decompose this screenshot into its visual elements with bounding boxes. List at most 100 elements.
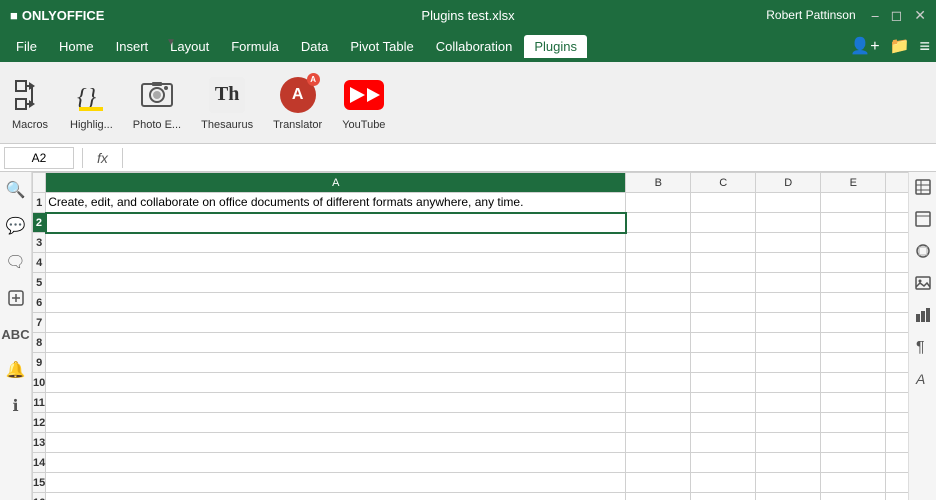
shape-settings-icon[interactable] — [912, 240, 934, 262]
cell-B16[interactable] — [626, 493, 691, 500]
cell-C14[interactable] — [691, 453, 756, 473]
cell-C5[interactable] — [691, 273, 756, 293]
cell-F4[interactable] — [886, 253, 908, 273]
cell-E13[interactable] — [821, 433, 886, 453]
row-number-5[interactable]: 5 — [33, 273, 46, 293]
row-number-9[interactable]: 9 — [33, 353, 46, 373]
plugin-highlight[interactable]: {} Highlig... — [70, 75, 113, 131]
chat-sidebar-icon[interactable]: 🗨 — [4, 250, 28, 274]
cell-D4[interactable] — [756, 253, 821, 273]
cell-B13[interactable] — [626, 433, 691, 453]
cell-D15[interactable] — [756, 473, 821, 493]
cell-B3[interactable] — [626, 233, 691, 253]
cell-C4[interactable] — [691, 253, 756, 273]
cell-F2[interactable] — [886, 213, 908, 233]
chart-settings-icon[interactable] — [912, 304, 934, 326]
image-settings-icon[interactable] — [912, 272, 934, 294]
plugin-photo-editor[interactable]: Photo E... ▼ — [133, 75, 181, 131]
cell-A5[interactable] — [46, 273, 626, 293]
close-icon[interactable]: ✕ — [914, 7, 926, 24]
cell-C15[interactable] — [691, 473, 756, 493]
cell-C3[interactable] — [691, 233, 756, 253]
cell-E1[interactable] — [821, 193, 886, 213]
col-header-E[interactable]: E — [821, 173, 886, 193]
cell-D2[interactable] — [756, 213, 821, 233]
text-art-settings-icon[interactable]: A — [912, 368, 934, 390]
menu-more-icon[interactable]: ≡ — [919, 36, 930, 57]
cell-F1[interactable] — [886, 193, 908, 213]
row-number-6[interactable]: 6 — [33, 293, 46, 313]
cell-A9[interactable] — [46, 353, 626, 373]
row-number-12[interactable]: 12 — [33, 413, 46, 433]
cell-C11[interactable] — [691, 393, 756, 413]
cell-reference-input[interactable] — [4, 147, 74, 169]
menu-home[interactable]: Home — [49, 35, 104, 58]
cell-A8[interactable] — [46, 333, 626, 353]
menu-insert[interactable]: Insert — [106, 35, 159, 58]
comment-sidebar-icon[interactable]: 💬 — [4, 214, 28, 238]
cell-B8[interactable] — [626, 333, 691, 353]
col-header-B[interactable]: B — [626, 173, 691, 193]
cell-B2[interactable] — [626, 213, 691, 233]
cell-E15[interactable] — [821, 473, 886, 493]
cell-B7[interactable] — [626, 313, 691, 333]
cell-B12[interactable] — [626, 413, 691, 433]
cell-F6[interactable] — [886, 293, 908, 313]
spellcheck-icon[interactable]: ABC — [4, 322, 28, 346]
menu-plugins[interactable]: Plugins — [524, 35, 587, 58]
cell-E9[interactable] — [821, 353, 886, 373]
cell-D11[interactable] — [756, 393, 821, 413]
cell-E11[interactable] — [821, 393, 886, 413]
cell-F16[interactable] — [886, 493, 908, 500]
cell-A16[interactable] — [46, 493, 626, 500]
menu-formula[interactable]: Formula — [221, 35, 289, 58]
cell-D12[interactable] — [756, 413, 821, 433]
cell-E10[interactable] — [821, 373, 886, 393]
cell-B9[interactable] — [626, 353, 691, 373]
cell-F11[interactable] — [886, 393, 908, 413]
cell-A6[interactable] — [46, 293, 626, 313]
cell-F8[interactable] — [886, 333, 908, 353]
cell-C7[interactable] — [691, 313, 756, 333]
cell-A12[interactable] — [46, 413, 626, 433]
menu-file[interactable]: File — [6, 35, 47, 58]
plugin-thesaurus[interactable]: Th Thesaurus — [201, 75, 253, 131]
menu-pivot-table[interactable]: Pivot Table — [340, 35, 423, 58]
col-header-D[interactable]: D — [756, 173, 821, 193]
cell-C16[interactable] — [691, 493, 756, 500]
cell-C10[interactable] — [691, 373, 756, 393]
cell-E3[interactable] — [821, 233, 886, 253]
cell-E14[interactable] — [821, 453, 886, 473]
plugin-macros[interactable]: Macros — [10, 75, 50, 131]
cell-F15[interactable] — [886, 473, 908, 493]
cell-D16[interactable] — [756, 493, 821, 500]
row-number-1[interactable]: 1 — [33, 193, 46, 213]
cell-E12[interactable] — [821, 413, 886, 433]
search-sidebar-icon[interactable]: 🔍 — [4, 178, 28, 202]
cell-E6[interactable] — [821, 293, 886, 313]
row-number-8[interactable]: 8 — [33, 333, 46, 353]
cell-E5[interactable] — [821, 273, 886, 293]
row-number-7[interactable]: 7 — [33, 313, 46, 333]
cell-F13[interactable] — [886, 433, 908, 453]
cell-C1[interactable] — [691, 193, 756, 213]
menu-data[interactable]: Data — [291, 35, 338, 58]
cell-D3[interactable] — [756, 233, 821, 253]
cell-A11[interactable] — [46, 393, 626, 413]
row-number-15[interactable]: 15 — [33, 473, 46, 493]
cell-B10[interactable] — [626, 373, 691, 393]
cell-B1[interactable] — [626, 193, 691, 213]
row-number-13[interactable]: 13 — [33, 433, 46, 453]
cell-F3[interactable] — [886, 233, 908, 253]
table-settings-icon[interactable] — [912, 208, 934, 230]
col-header-C[interactable]: C — [691, 173, 756, 193]
cell-B14[interactable] — [626, 453, 691, 473]
cell-D8[interactable] — [756, 333, 821, 353]
cell-D9[interactable] — [756, 353, 821, 373]
restore-icon[interactable]: ◻ — [891, 7, 903, 24]
plugin-translator[interactable]: A A Translator — [273, 75, 322, 131]
cell-D13[interactable] — [756, 433, 821, 453]
cell-C6[interactable] — [691, 293, 756, 313]
cell-E16[interactable] — [821, 493, 886, 500]
cell-D7[interactable] — [756, 313, 821, 333]
